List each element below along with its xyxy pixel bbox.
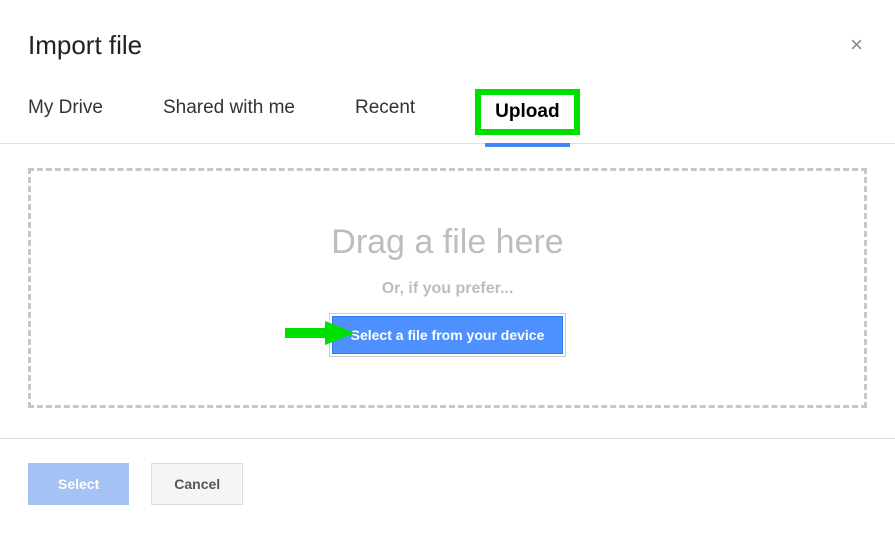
tabs-bar: My Drive Shared with me Recent Upload [0,61,895,144]
cancel-button[interactable]: Cancel [151,463,243,505]
tab-active-underline [485,143,569,147]
drag-file-text: Drag a file here [331,223,563,262]
upload-dropzone[interactable]: Drag a file here Or, if you prefer... Se… [28,168,867,408]
dialog-header: Import file × [0,0,895,61]
dialog-footer: Select Cancel [0,439,895,529]
select-button[interactable]: Select [28,463,129,505]
select-file-button[interactable]: Select a file from your device [332,316,564,354]
tab-upload-wrap: Upload [475,97,579,143]
tab-upload[interactable]: Upload [475,89,579,135]
tab-my-drive[interactable]: My Drive [28,97,103,143]
annotation-arrow-icon [285,318,355,348]
or-text: Or, if you prefer... [382,280,514,298]
close-icon[interactable]: × [846,30,867,60]
dialog-title: Import file [28,30,142,61]
tab-shared-with-me[interactable]: Shared with me [163,97,295,143]
tab-recent[interactable]: Recent [355,97,415,143]
